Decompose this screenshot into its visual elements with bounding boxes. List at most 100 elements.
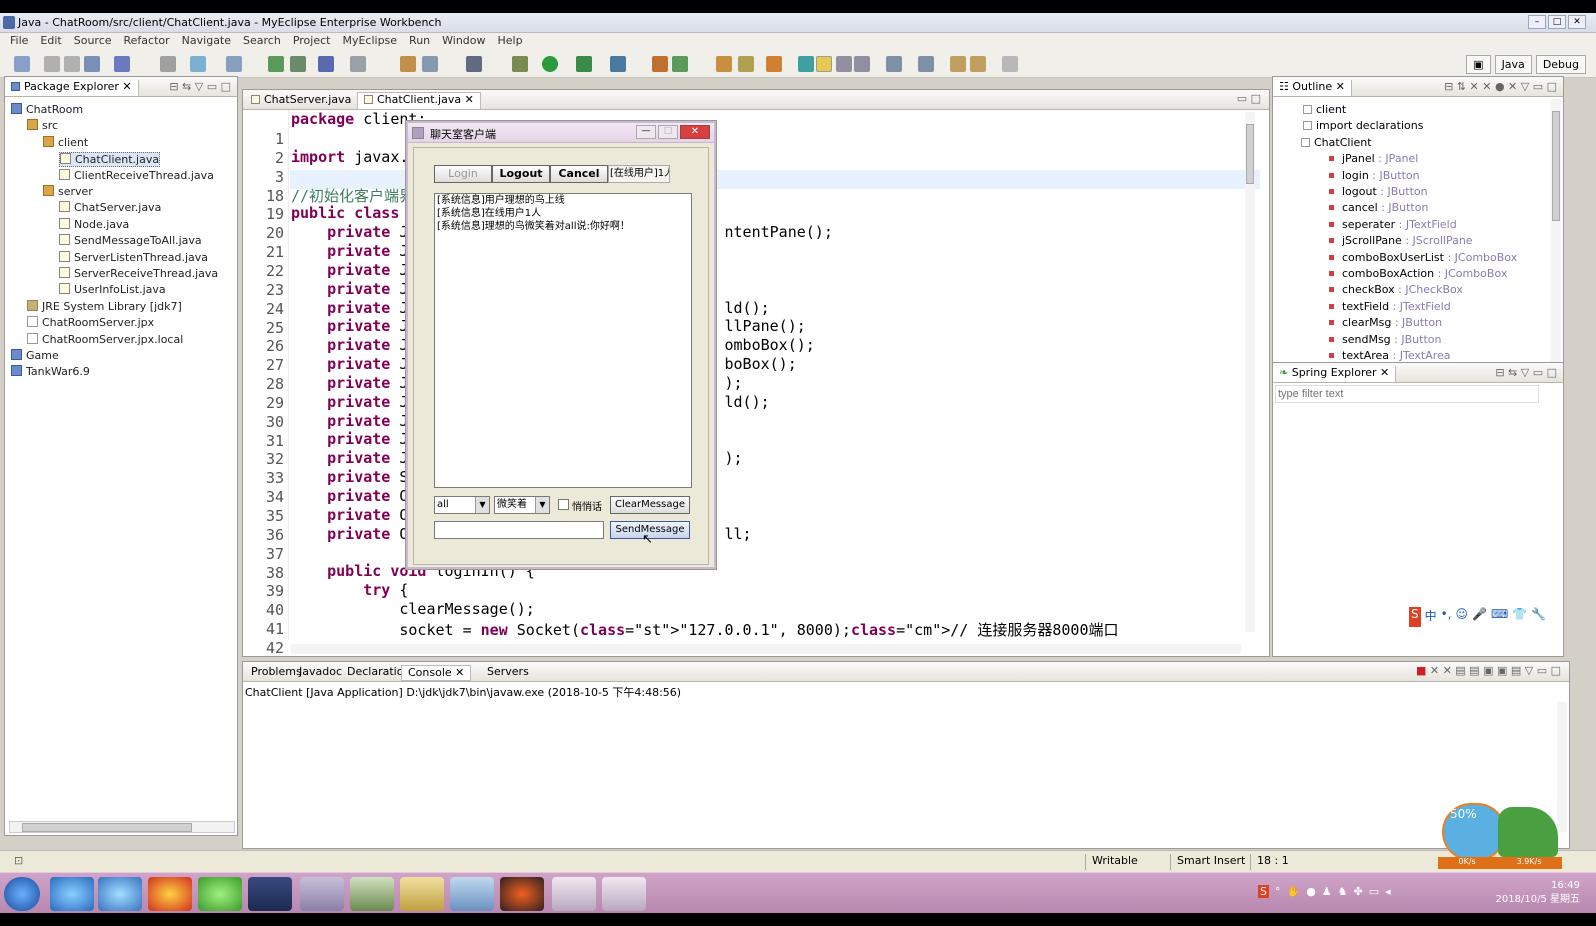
outline-item[interactable]: comboBoxUserList : JComboBox — [1325, 251, 1517, 264]
block-selection-icon[interactable] — [836, 56, 852, 72]
menu-navigate[interactable]: Navigate — [176, 33, 237, 50]
tree-item[interactable]: ChatRoomServer.jpx — [27, 316, 154, 329]
external-tools-icon[interactable] — [610, 56, 626, 72]
code-line[interactable]: private J — [291, 412, 408, 430]
tree-item[interactable]: ChatRoomServer.jpx.local — [27, 332, 183, 346]
mark-occurrences-icon[interactable] — [816, 56, 832, 72]
game-app-icon[interactable] — [500, 877, 544, 911]
java-app-icon-1[interactable] — [552, 877, 596, 911]
outline-item[interactable]: checkBox : JCheckBox — [1325, 283, 1463, 296]
green-app-icon[interactable] — [198, 877, 242, 911]
tree-item[interactable]: ClientReceiveThread.java — [59, 168, 214, 182]
open-type-icon[interactable] — [114, 56, 130, 72]
spring-filter-input[interactable] — [1275, 385, 1539, 403]
myeclipse-taskbar-icon[interactable] — [248, 877, 292, 911]
action-combo[interactable]: 微笑着 ▼ — [494, 496, 550, 514]
outline-item[interactable]: textArea : JTextArea — [1325, 349, 1451, 362]
java-perspective-button[interactable]: Java — [1494, 55, 1532, 74]
tree-item[interactable]: Game — [11, 349, 59, 362]
close-window-button[interactable]: ✕ — [1568, 15, 1586, 29]
run-icon[interactable] — [542, 56, 558, 72]
outline-item[interactable]: sendMsg : JButton — [1325, 333, 1441, 346]
chat-close-button[interactable]: ✕ — [680, 125, 710, 139]
run-config-icon[interactable] — [422, 56, 438, 72]
print-icon[interactable] — [84, 56, 100, 72]
outline-item[interactable]: jPanel : JPanel — [1325, 152, 1418, 165]
back-icon[interactable] — [970, 56, 986, 72]
outline-item[interactable]: jScrollPane : JScrollPane — [1325, 234, 1473, 247]
open-folder-icon[interactable] — [716, 56, 732, 72]
menu-search[interactable]: Search — [237, 33, 287, 50]
message-area[interactable]: [系统信息]用户理想的鸟上线 [系统信息]在线用户1人 [系统信息]理想的鸟微笑着对… — [434, 193, 692, 488]
tree-item[interactable]: SendMessageToAll.java — [59, 234, 202, 247]
editor-app-icon[interactable] — [450, 877, 494, 911]
menu-source[interactable]: Source — [68, 33, 118, 50]
start-button[interactable] — [4, 877, 40, 911]
outline-item[interactable]: textField : JTextField — [1325, 300, 1451, 313]
chat-minimize-button[interactable]: — — [636, 125, 656, 139]
menu-edit[interactable]: Edit — [34, 33, 67, 50]
tab-servers[interactable]: Servers — [481, 665, 535, 678]
save-all-icon[interactable] — [64, 56, 80, 72]
code-line[interactable]: private O — [291, 506, 408, 524]
clock[interactable]: 16:49 2018/10/5 星期五 — [1496, 879, 1580, 907]
coverage-icon[interactable] — [576, 56, 592, 72]
outline-item[interactable]: seperater : JTextField — [1325, 218, 1457, 231]
outline-item[interactable]: import declarations — [1303, 119, 1423, 132]
open-task-icon[interactable] — [766, 56, 782, 72]
tree-item[interactable]: UserInfoList.java — [59, 283, 166, 296]
new-interface-icon[interactable] — [672, 56, 688, 72]
open-perspective-icon[interactable]: ▣ — [1466, 55, 1491, 74]
code-line[interactable]: socket = new Socket(class="st">"127.0.0.… — [291, 619, 1118, 640]
outline-item[interactable]: ChatClient — [1301, 136, 1372, 149]
outline-scrollbar[interactable] — [1551, 99, 1561, 369]
tree-item[interactable]: ServerReceiveThread.java — [59, 267, 218, 280]
code-line[interactable]: public class — [291, 204, 399, 222]
tree-item[interactable]: TankWar6.9 — [11, 365, 90, 378]
code-line[interactable]: clearMessage(); — [291, 600, 534, 618]
internet-explorer-icon[interactable] — [50, 877, 94, 911]
code-line[interactable]: import javax. — [291, 148, 408, 166]
user-list-combo[interactable]: all ▼ — [434, 496, 490, 514]
clear-message-button[interactable]: ClearMessage — [610, 496, 690, 514]
code-line[interactable]: private J — [291, 430, 408, 448]
menu-window[interactable]: Window — [436, 33, 491, 50]
vertical-scrollbar[interactable] — [1245, 112, 1255, 632]
messenger-icon[interactable] — [98, 877, 142, 911]
java-app-icon-2[interactable] — [602, 877, 646, 911]
chrome-icon[interactable] — [148, 877, 192, 911]
code-line[interactable]: private O — [291, 487, 408, 505]
new-icon[interactable] — [14, 56, 30, 72]
tab-chatserver[interactable]: ChatServer.java — [245, 93, 357, 106]
spring-toolbar[interactable]: ⊟ ⇆ ▽ ▭ □ — [1495, 366, 1557, 379]
cancel-button[interactable]: Cancel — [550, 165, 608, 183]
outline-item[interactable]: client — [1303, 103, 1346, 116]
deploy-icon[interactable] — [226, 56, 242, 72]
outline-item[interactable]: comboBoxAction : JComboBox — [1325, 267, 1507, 280]
tree-item[interactable]: ChatClient.java — [59, 152, 161, 168]
ime-toolbar[interactable]: S 中 •, ☺ 🎤 ⌨ 👕 🔧 — [1409, 607, 1564, 627]
previous-annotation-icon[interactable] — [918, 56, 934, 72]
tree-item[interactable]: server — [43, 185, 93, 198]
debug-bug-icon[interactable] — [512, 56, 528, 72]
menu-refactor[interactable]: Refactor — [118, 33, 176, 50]
tree-item[interactable]: client — [43, 135, 88, 149]
tree-item[interactable]: ChatServer.java — [59, 201, 161, 214]
maximize-button[interactable]: □ — [1548, 15, 1566, 29]
code-line[interactable]: try { — [291, 581, 408, 599]
whisper-checkbox[interactable] — [558, 499, 569, 510]
outline-item[interactable]: cancel : JButton — [1325, 201, 1428, 214]
logout-button[interactable]: Logout — [492, 165, 550, 183]
login-button[interactable]: Login — [434, 165, 492, 183]
fast-view-icon[interactable]: ⊡ — [14, 854, 23, 867]
refresh-icon[interactable] — [350, 56, 366, 72]
tree-item[interactable]: Node.java — [59, 217, 129, 231]
save-icon[interactable] — [44, 56, 60, 72]
view-menu-icon[interactable]: ⊟ ⇆ ▽ ▭ □ — [169, 80, 231, 93]
outline-tab[interactable]: ☷ Outline ✕ — [1273, 80, 1352, 96]
forward-icon[interactable] — [1002, 56, 1018, 72]
code-line[interactable]: private J — [291, 261, 408, 279]
editor-maximize-icon[interactable]: ▭ □ — [1237, 92, 1261, 105]
tree-item[interactable]: ChatRoom — [11, 103, 83, 116]
new-class-icon[interactable] — [652, 56, 668, 72]
